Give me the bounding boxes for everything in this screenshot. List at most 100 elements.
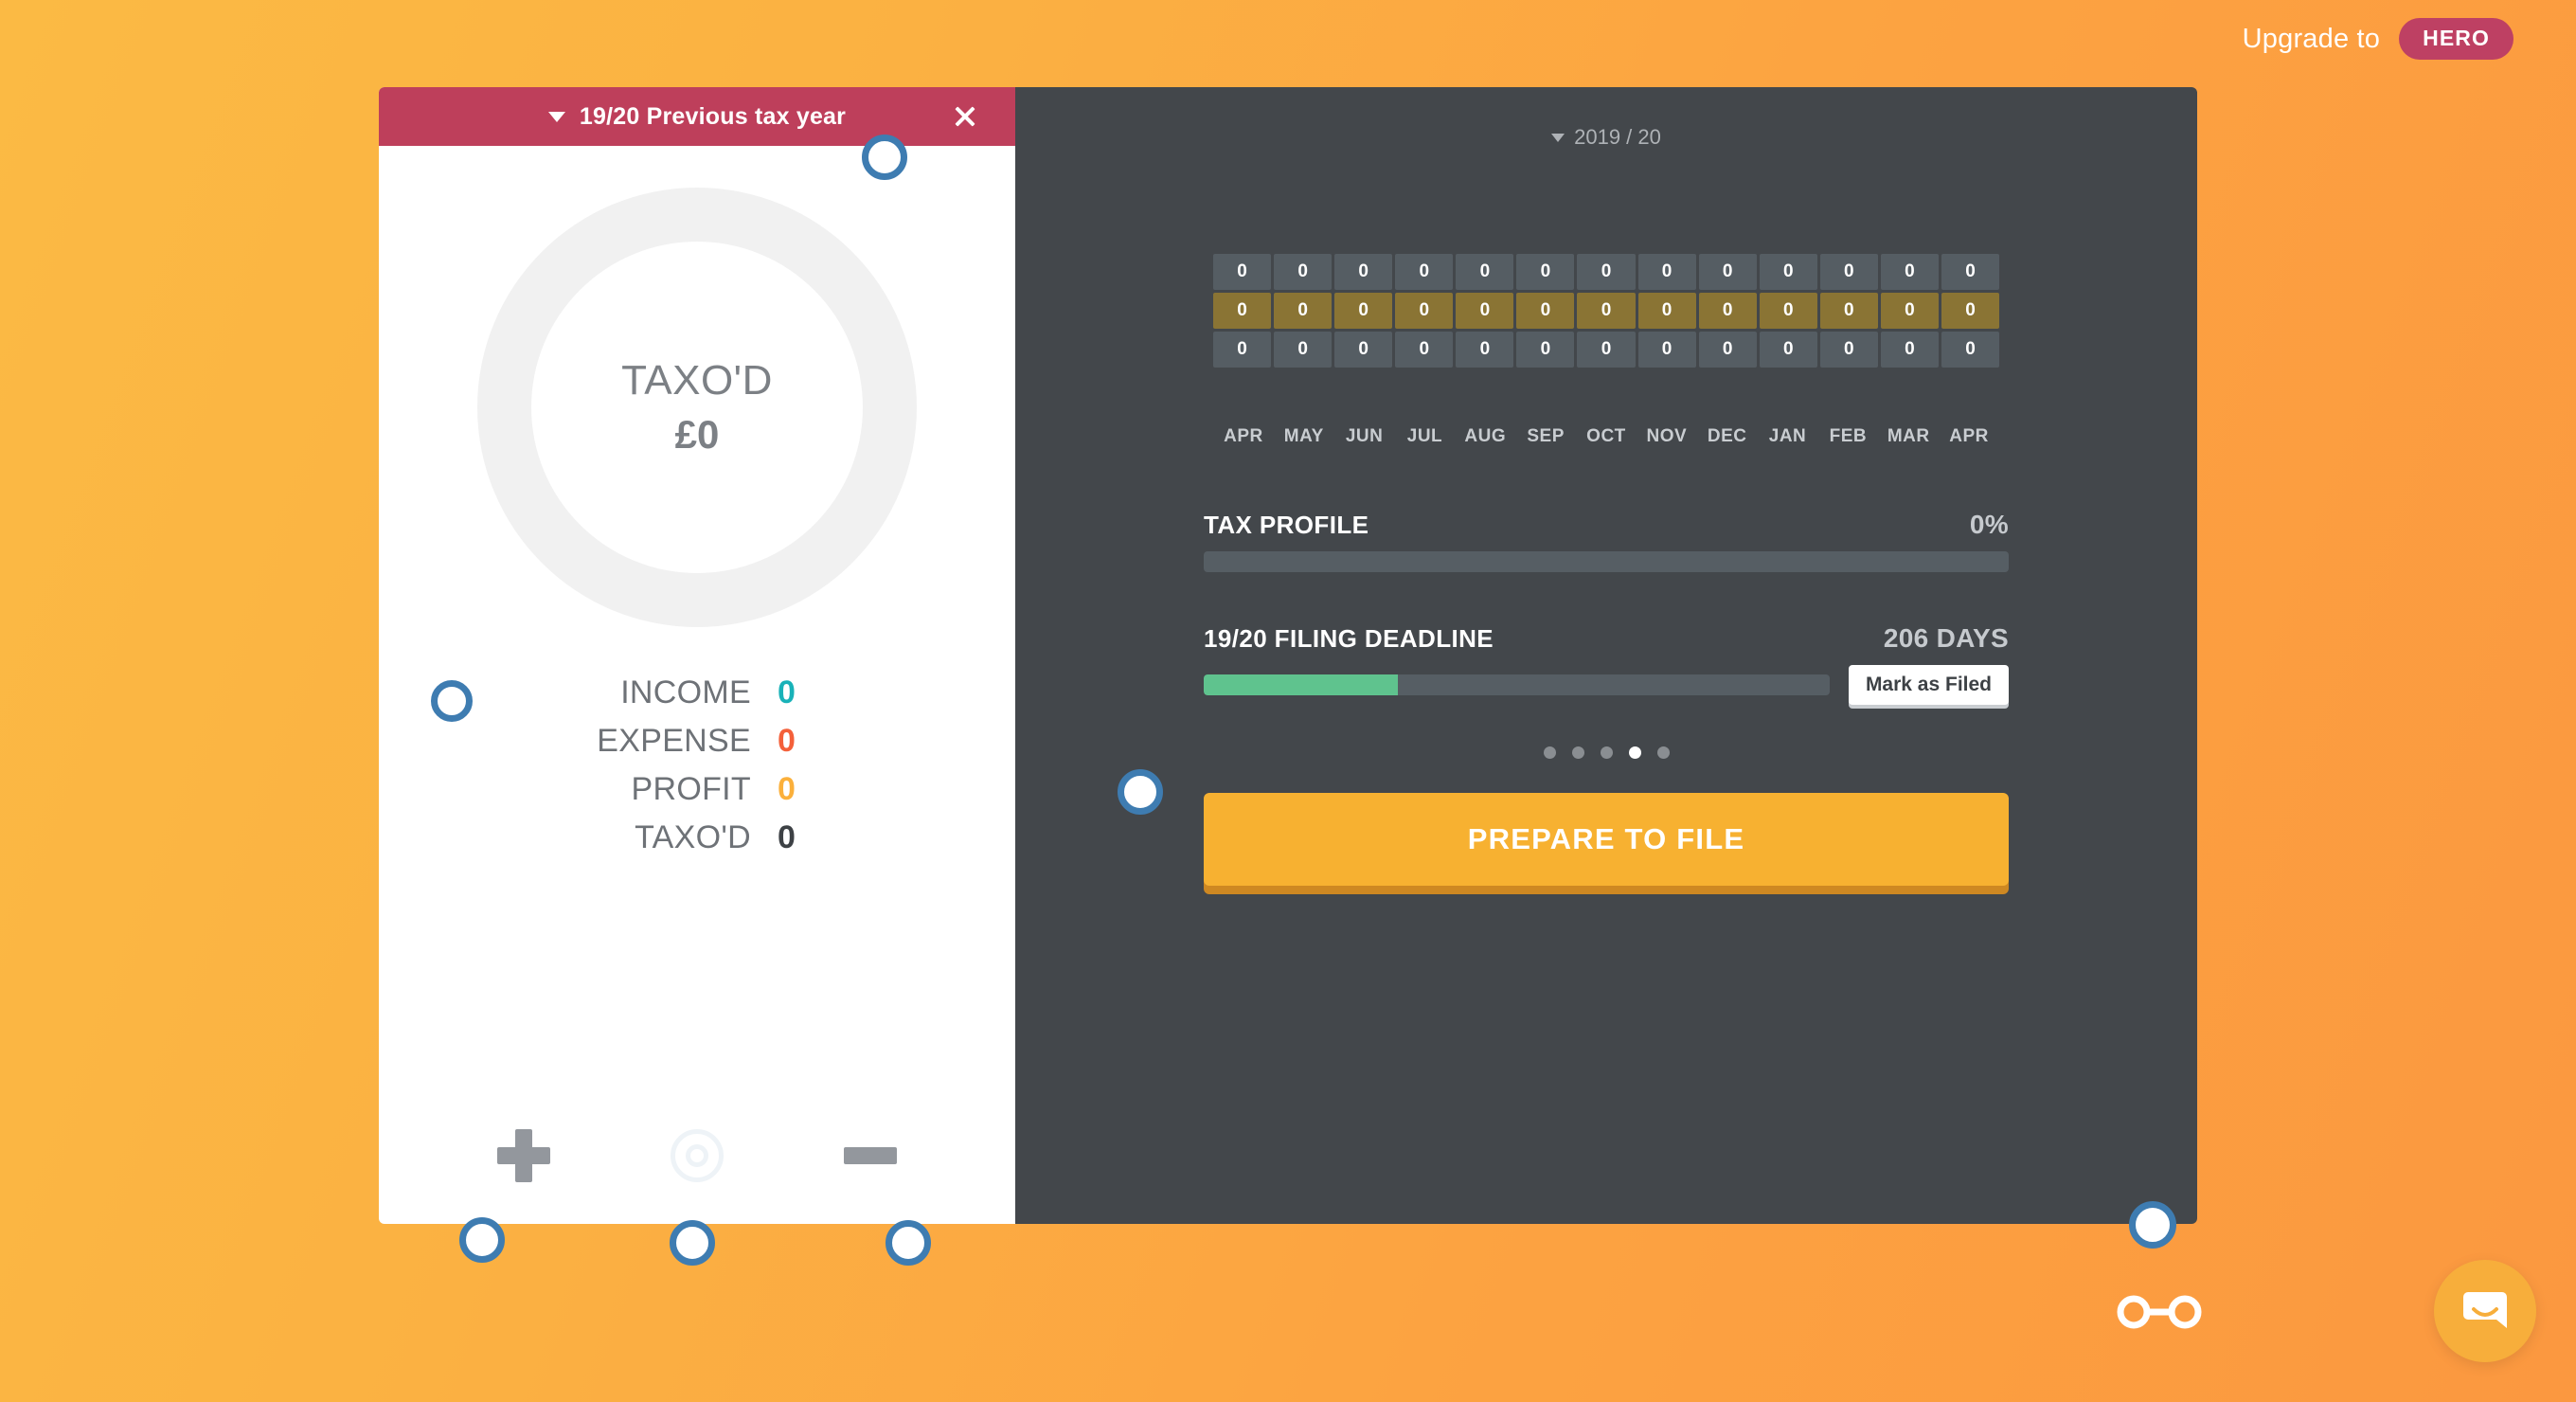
- grid-cell[interactable]: 0: [1213, 293, 1272, 329]
- grid-cell[interactable]: 0: [1759, 293, 1817, 329]
- donut-title: TAXO'D: [621, 357, 773, 404]
- carousel-dot-4[interactable]: [1628, 746, 1641, 759]
- year-picker[interactable]: 2019 / 20: [1015, 125, 2197, 150]
- grid-cell[interactable]: 0: [1213, 254, 1272, 290]
- grid-cell[interactable]: 0: [1637, 254, 1696, 290]
- grid-cell[interactable]: 0: [1516, 254, 1575, 290]
- grid-cell[interactable]: 0: [1637, 332, 1696, 368]
- grid-cell[interactable]: 0: [1819, 254, 1878, 290]
- carousel-dot-1[interactable]: [1543, 746, 1556, 759]
- tax-year-title: 19/20 Previous tax year: [579, 102, 847, 130]
- month-label: MAY: [1283, 426, 1324, 446]
- carousel-dots: [1204, 746, 2009, 759]
- action-bar: [379, 1129, 1015, 1182]
- grid-cell[interactable]: 0: [1577, 293, 1636, 329]
- grid-cell[interactable]: 0: [1516, 293, 1575, 329]
- stat-label-income: INCOME: [620, 674, 751, 710]
- stat-value-taxod: 0: [778, 819, 796, 855]
- year-picker-label: 2019 / 20: [1574, 125, 1661, 149]
- filing-deadline-row: Mark as Filed: [1204, 665, 2009, 705]
- tour-marker-bottom-right[interactable]: [2129, 1201, 2176, 1249]
- grid-cell[interactable]: 0: [1759, 332, 1817, 368]
- grid-cell[interactable]: 0: [1941, 254, 2000, 290]
- grid-cell[interactable]: 0: [1334, 293, 1393, 329]
- month-label: JUL: [1406, 426, 1443, 446]
- upgrade-cta[interactable]: Upgrade to HERO: [2243, 18, 2513, 60]
- mark-as-filed-button[interactable]: Mark as Filed: [1848, 665, 2009, 705]
- grid-row-income: 0 0 0 0 0 0 0 0 0 0 0 0 0: [1213, 254, 2000, 290]
- filing-deadline-progress-bar[interactable]: [1204, 674, 1830, 695]
- grid-cell[interactable]: 0: [1395, 293, 1454, 329]
- glasses-icon[interactable]: [2117, 1293, 2202, 1331]
- month-label: APR: [1224, 426, 1263, 446]
- close-icon[interactable]: [949, 100, 981, 133]
- donut-chart: TAXO'D £0: [379, 188, 1015, 627]
- right-panel: 2019 / 20 0 0 0 0 0 0 0 0 0 0 0 0 0 0 0: [1015, 87, 2197, 1224]
- target-circle-icon[interactable]: [670, 1129, 724, 1182]
- month-label: APR: [1949, 426, 1989, 446]
- grid-cell[interactable]: 0: [1334, 332, 1393, 368]
- grid-cell[interactable]: 0: [1577, 332, 1636, 368]
- month-label: AUG: [1464, 426, 1507, 446]
- carousel-dot-2[interactable]: [1571, 746, 1584, 759]
- grid-cell[interactable]: 0: [1941, 293, 2000, 329]
- minus-icon[interactable]: [843, 1147, 897, 1164]
- stat-value-income: 0: [778, 674, 796, 710]
- hero-badge[interactable]: HERO: [2399, 18, 2513, 60]
- stat-value-profit: 0: [778, 771, 796, 807]
- carousel-dot-5[interactable]: [1656, 746, 1670, 759]
- grid-cell[interactable]: 0: [1274, 254, 1333, 290]
- grid-cell[interactable]: 0: [1637, 293, 1696, 329]
- grid-cell[interactable]: 0: [1274, 293, 1333, 329]
- stat-row: EXPENSE 0: [379, 723, 1015, 760]
- grid-cell[interactable]: 0: [1213, 332, 1272, 368]
- grid-cell[interactable]: 0: [1395, 332, 1454, 368]
- grid-cell[interactable]: 0: [1395, 254, 1454, 290]
- grid-cell[interactable]: 0: [1819, 293, 1878, 329]
- grid-cell[interactable]: 0: [1577, 254, 1636, 290]
- grid-cell[interactable]: 0: [1274, 332, 1333, 368]
- grid-cell[interactable]: 0: [1698, 254, 1757, 290]
- tax-profile-block: TAX PROFILE 0%: [1204, 510, 2009, 572]
- month-label: MAR: [1887, 426, 1930, 446]
- grid-cell[interactable]: 0: [1516, 332, 1575, 368]
- grid-cell[interactable]: 0: [1334, 254, 1393, 290]
- progress-area: TAX PROFILE 0% 19/20 FILING DEADLINE 206…: [1204, 510, 2009, 886]
- filing-deadline-header: 19/20 FILING DEADLINE 206 DAYS: [1204, 623, 2009, 654]
- month-label: DEC: [1707, 426, 1747, 446]
- grid-cell[interactable]: 0: [1880, 293, 1939, 329]
- stat-label-expense: EXPENSE: [597, 723, 751, 759]
- tour-marker-add[interactable]: [459, 1217, 505, 1263]
- month-label: FEB: [1829, 426, 1868, 446]
- grid-cell[interactable]: 0: [1819, 332, 1878, 368]
- carousel-dot-3[interactable]: [1600, 746, 1613, 759]
- tour-marker-filing-deadline[interactable]: [1118, 769, 1163, 815]
- plus-icon[interactable]: [497, 1129, 551, 1182]
- tour-marker-target[interactable]: [670, 1220, 715, 1266]
- tax-year-dropdown[interactable]: 19/20 Previous tax year: [547, 102, 847, 131]
- stats-list: INCOME 0 EXPENSE 0 PROFIT 0 TAXO'D 0: [379, 674, 1015, 868]
- grid-cell[interactable]: 0: [1759, 254, 1817, 290]
- tour-marker-stats[interactable]: [431, 680, 473, 722]
- tax-profile-label: TAX PROFILE: [1204, 511, 1369, 539]
- grid-cell[interactable]: 0: [1698, 293, 1757, 329]
- grid-cell[interactable]: 0: [1880, 254, 1939, 290]
- grid-row-profit: 0 0 0 0 0 0 0 0 0 0 0 0 0: [1213, 332, 2000, 368]
- prepare-to-file-button[interactable]: PREPARE TO FILE: [1204, 793, 2009, 886]
- tour-marker-year-dropdown[interactable]: [862, 135, 907, 180]
- left-panel: 19/20 Previous tax year TAXO'D £0 INCOME…: [379, 87, 1015, 1224]
- stat-row: PROFIT 0: [379, 771, 1015, 808]
- grid-cell[interactable]: 0: [1698, 332, 1757, 368]
- tax-profile-progress-bar[interactable]: [1204, 551, 2009, 572]
- grid-cell[interactable]: 0: [1456, 332, 1514, 368]
- grid-cell[interactable]: 0: [1456, 254, 1514, 290]
- grid-cell[interactable]: 0: [1456, 293, 1514, 329]
- tour-marker-remove[interactable]: [886, 1220, 931, 1266]
- month-label: JUN: [1345, 426, 1384, 446]
- grid-cell[interactable]: 0: [1941, 332, 2000, 368]
- stat-row: INCOME 0: [379, 674, 1015, 711]
- donut-ring: TAXO'D £0: [477, 188, 917, 627]
- month-label: NOV: [1646, 426, 1688, 446]
- intercom-launcher[interactable]: [2434, 1260, 2536, 1362]
- grid-cell[interactable]: 0: [1880, 332, 1939, 368]
